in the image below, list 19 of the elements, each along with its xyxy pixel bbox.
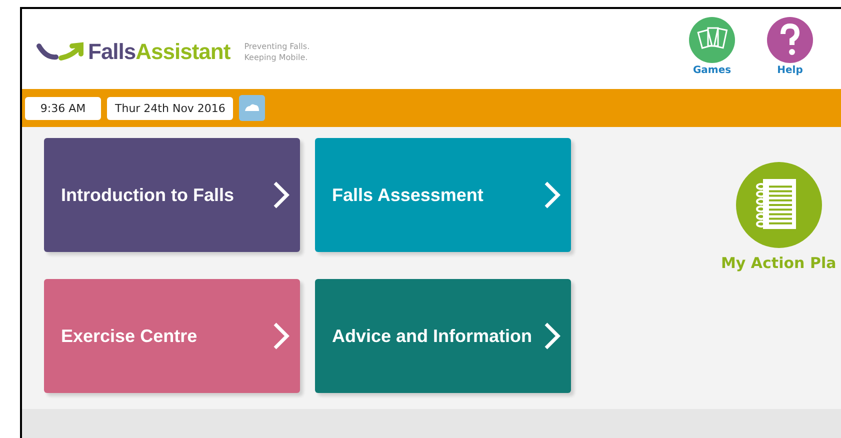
menu-tile[interactable]: Exercise Centre bbox=[44, 279, 300, 393]
menu-tile[interactable]: Falls Assessment bbox=[315, 138, 571, 252]
logo-text: FallsAssistant bbox=[88, 39, 230, 65]
chevron-icon bbox=[272, 321, 290, 351]
chevron-icon bbox=[543, 321, 561, 351]
logo-arrow-icon bbox=[36, 41, 86, 63]
menu-tile[interactable]: Advice and Information bbox=[315, 279, 571, 393]
help-button[interactable]: Help bbox=[767, 17, 813, 76]
chevron-icon bbox=[272, 180, 290, 210]
action-plan-button[interactable]: My Action Pla bbox=[721, 162, 836, 409]
chevron-icon bbox=[543, 180, 561, 210]
notebook-icon bbox=[736, 162, 822, 248]
cloud-icon bbox=[239, 95, 266, 121]
tagline: Keeping Mobile. bbox=[244, 52, 309, 63]
date-display: Thur 24th Nov 2016 bbox=[107, 96, 234, 120]
tagline: Preventing Falls. bbox=[244, 41, 310, 52]
games-button[interactable]: Games bbox=[689, 17, 735, 76]
time-display: 9:36 AM bbox=[25, 96, 101, 120]
menu-tile[interactable]: Introduction to Falls bbox=[44, 138, 300, 252]
